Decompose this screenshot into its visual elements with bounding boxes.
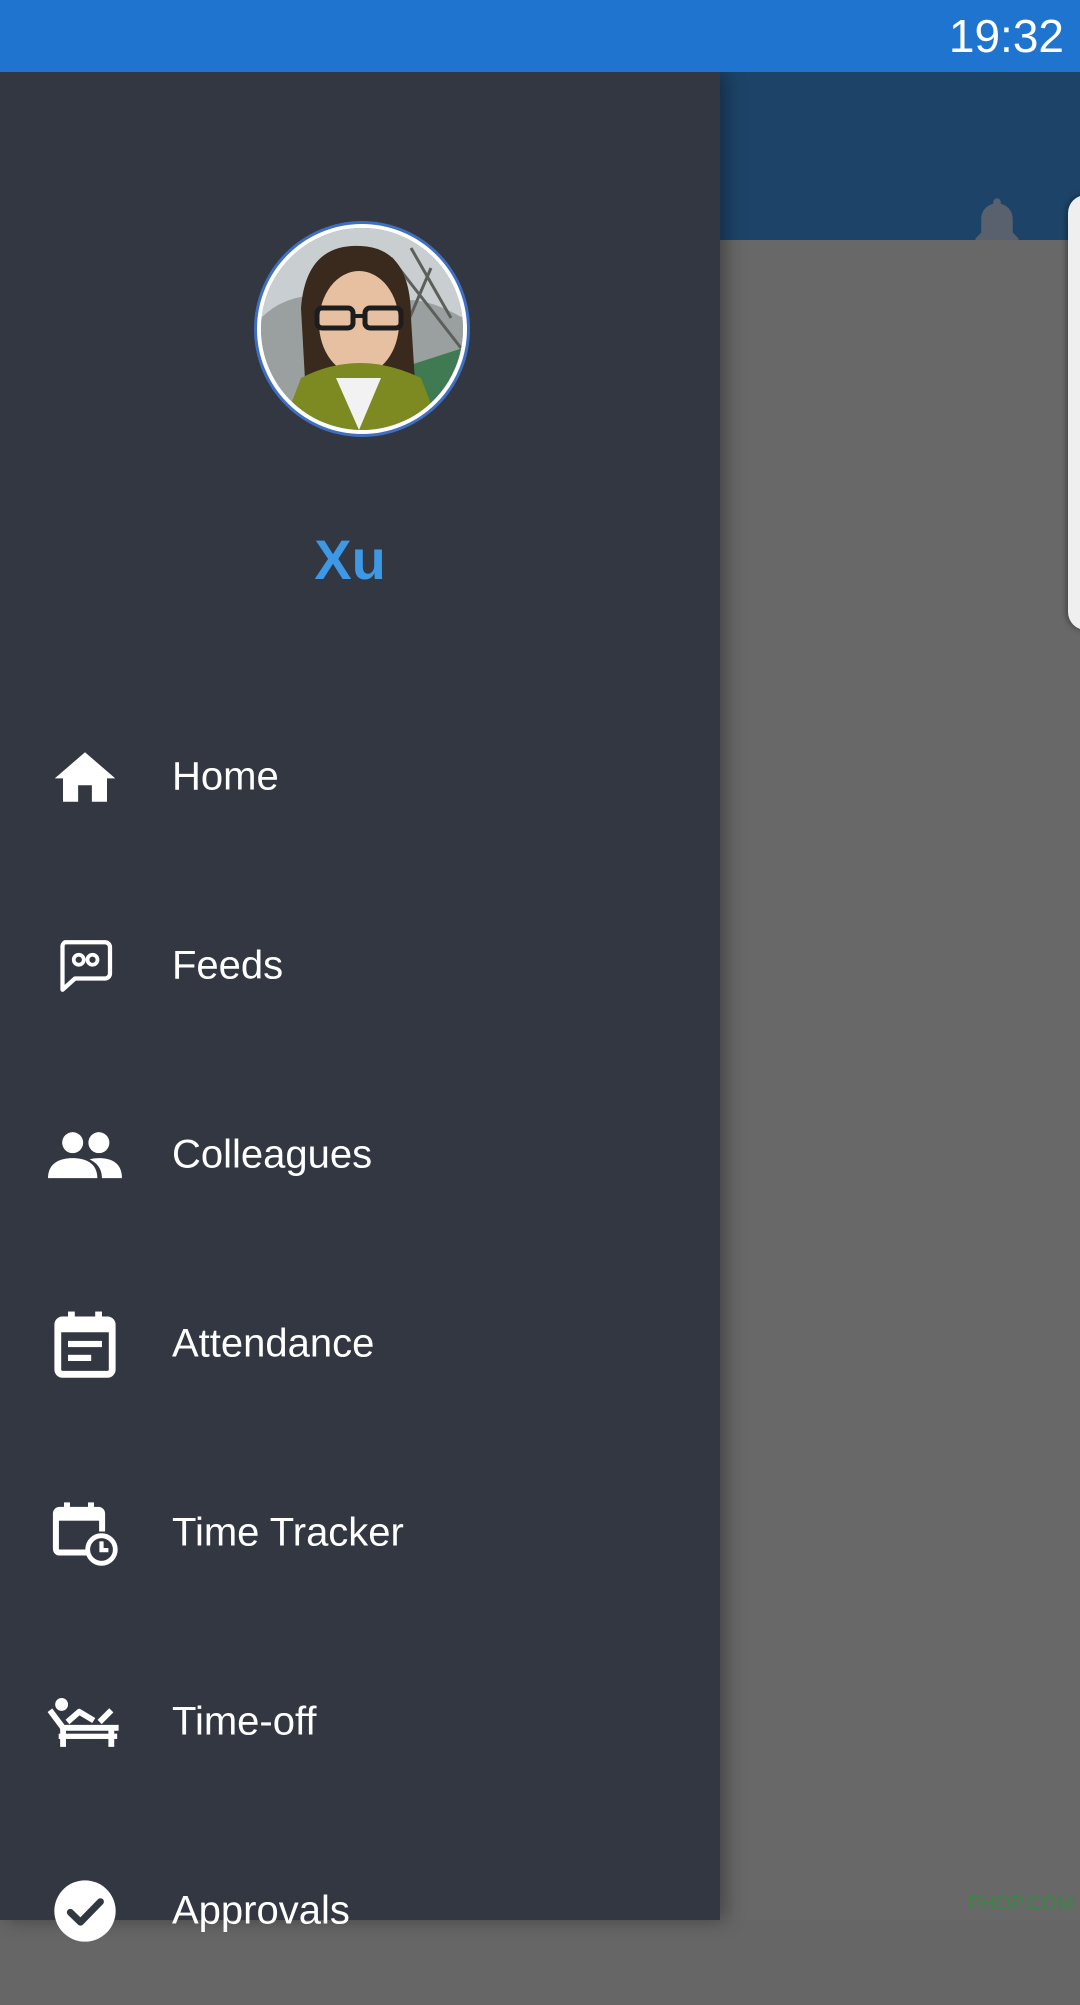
menu-label-time-tracker: Time Tracker (172, 1510, 404, 1554)
navigation-drawer: Xu Home Feeds Colleagues Attendance Time… (0, 72, 720, 1942)
chat-bubble-icon (46, 927, 124, 1005)
menu-label-approvals: Approvals (172, 1888, 350, 1932)
avatar[interactable] (257, 224, 467, 434)
menu-item-time-tracker[interactable]: Time Tracker (0, 1438, 720, 1627)
menu-label-colleagues: Colleagues (172, 1132, 373, 1176)
watermark: PHOP.COM (967, 1893, 1074, 1915)
side-card (1068, 195, 1080, 630)
menu-item-attendance[interactable]: Attendance (0, 1249, 720, 1438)
menu-item-home[interactable]: Home (0, 682, 720, 871)
menu-item-colleagues[interactable]: Colleagues (0, 1060, 720, 1249)
menu-label-attendance: Attendance (172, 1321, 375, 1365)
calendar-clock-icon (46, 1494, 124, 1572)
menu-item-time-off[interactable]: Time-off (0, 1627, 720, 1816)
lounge-chair-icon (46, 1683, 124, 1761)
menu-item-feeds[interactable]: Feeds (0, 871, 720, 1060)
menu-item-approvals[interactable]: Approvals (0, 1816, 720, 2005)
avatar-photo (261, 228, 463, 430)
menu-label-time-off: Time-off (172, 1699, 317, 1743)
status-time: 19:32 (948, 10, 1064, 62)
menu-label-home: Home (172, 754, 279, 798)
calendar-note-icon (46, 1305, 124, 1383)
check-circle-icon (46, 1872, 124, 1950)
home-icon (46, 738, 124, 816)
menu-label-feeds: Feeds (172, 943, 284, 987)
drawer-menu: Home Feeds Colleagues Attendance Time Tr… (0, 682, 720, 2005)
status-bar: 19:32 (0, 0, 1080, 72)
user-name: Xu (314, 528, 386, 591)
people-icon (46, 1116, 124, 1194)
